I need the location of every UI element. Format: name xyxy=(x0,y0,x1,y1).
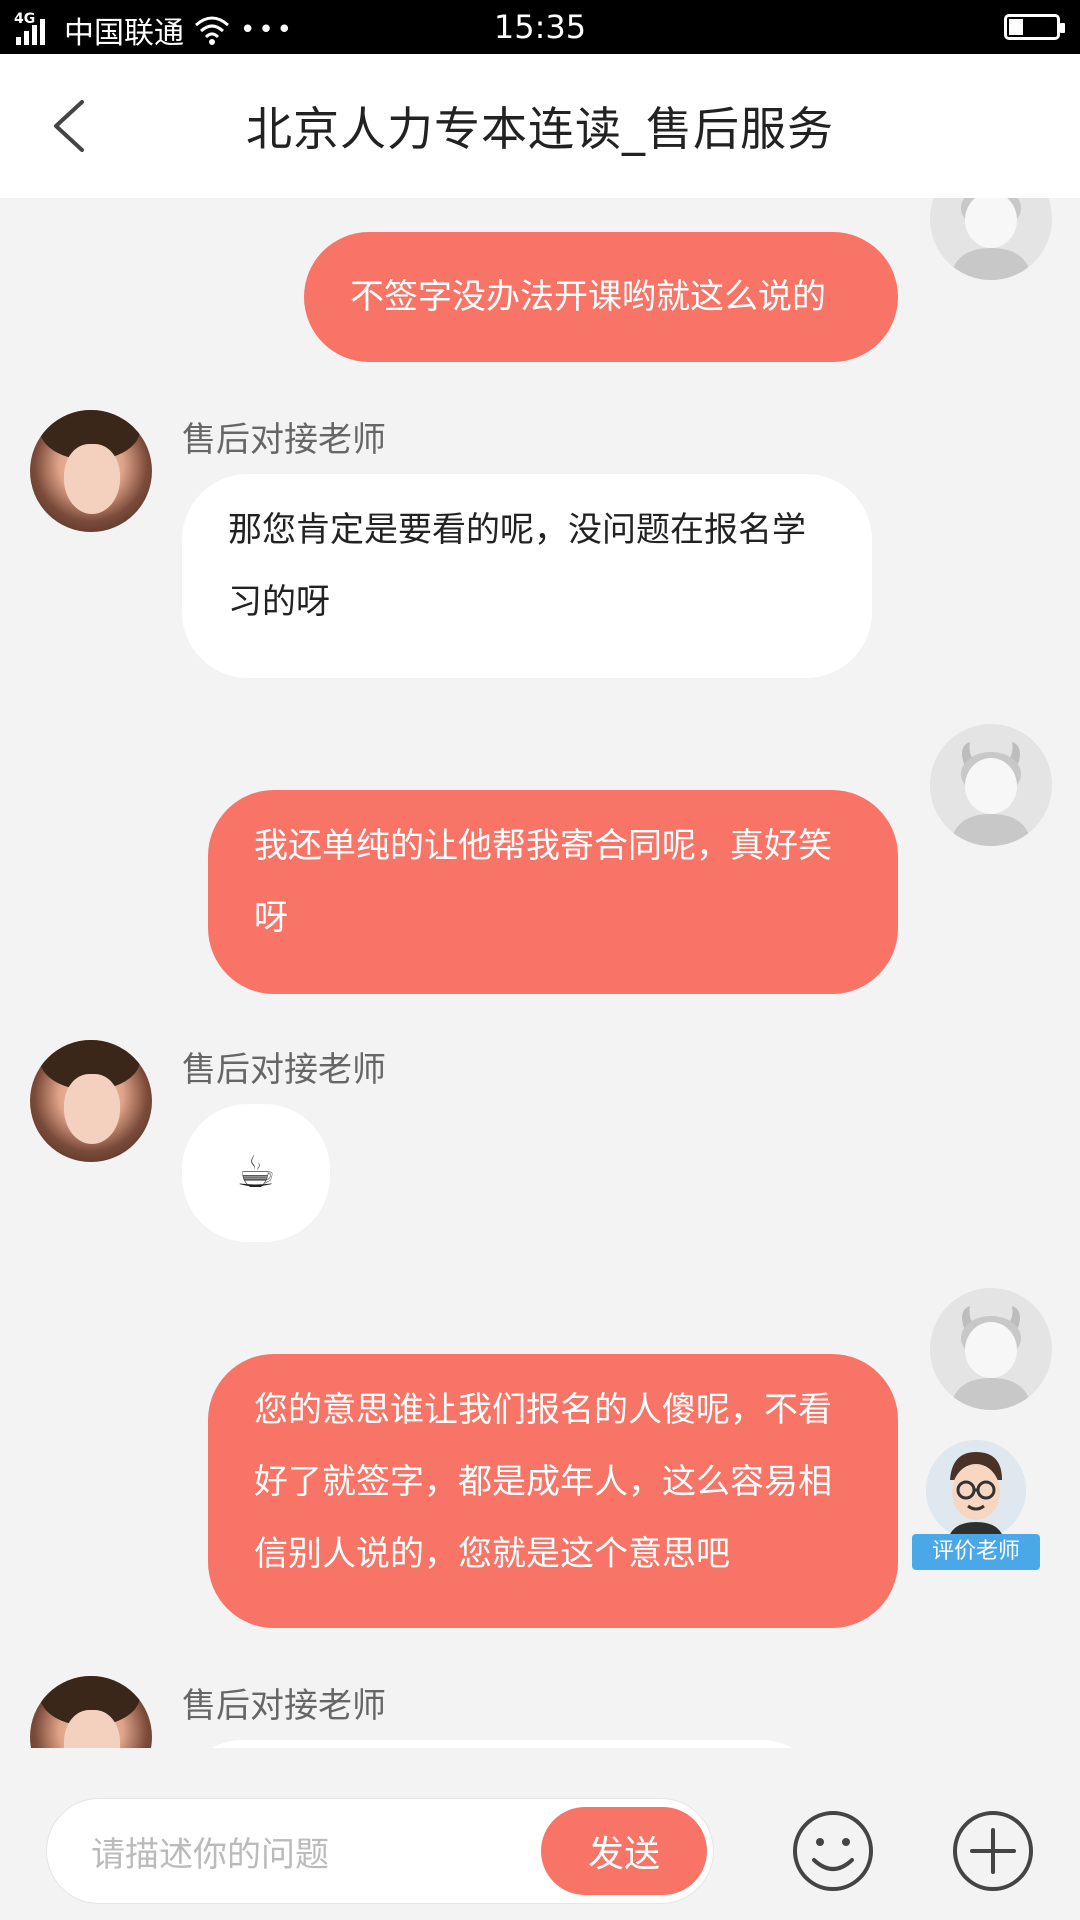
back-arrow-icon[interactable] xyxy=(44,96,104,156)
teacher-cartoon-icon xyxy=(926,1440,1026,1540)
send-button[interactable]: 发送 xyxy=(541,1807,707,1895)
coffee-emoji-icon: ☕ xyxy=(236,1147,276,1198)
add-icon[interactable] xyxy=(950,1808,1036,1894)
teacher-avatar[interactable] xyxy=(30,410,152,532)
status-bar: 4G 中国联通 ••• 15:35 xyxy=(0,0,1080,54)
message-bubble-incoming[interactable]: ☕ xyxy=(182,1104,330,1242)
rate-teacher-label: 评价老师 xyxy=(912,1534,1040,1570)
message-bubble-outgoing[interactable]: 我还单纯的让他帮我寄合同呢，真好笑呀 xyxy=(208,790,898,994)
user-avatar[interactable] xyxy=(930,724,1052,846)
message-bubble-incoming[interactable] xyxy=(182,1740,822,1748)
default-avatar-icon xyxy=(930,198,1052,280)
message-bubble-outgoing[interactable]: 您的意思谁让我们报名的人傻呢，不看好了就签字，都是成年人，这么容易相信别人说的，… xyxy=(208,1354,898,1628)
message-bubble-outgoing[interactable]: 不签字没办法开课哟就这么说的 xyxy=(304,232,898,362)
input-placeholder: 请描述你的问题 xyxy=(91,1835,329,1875)
message-bubble-incoming[interactable]: 那您肯定是要看的呢，没问题在报名学习的呀 xyxy=(182,474,872,678)
rate-teacher-button[interactable]: 评价老师 xyxy=(912,1440,1040,1570)
emoji-icon[interactable] xyxy=(790,1808,876,1894)
sender-name: 售后对接老师 xyxy=(182,1050,386,1090)
sender-name: 售后对接老师 xyxy=(182,420,386,460)
page-title: 北京人力专本连读_售后服务 xyxy=(246,102,834,156)
user-avatar[interactable] xyxy=(930,198,1052,280)
sender-name: 售后对接老师 xyxy=(182,1686,386,1726)
battery-icon xyxy=(1004,14,1065,40)
input-bar: 请描述你的问题 发送 xyxy=(0,1778,1080,1920)
user-avatar[interactable] xyxy=(930,1288,1052,1410)
message-input[interactable]: 请描述你的问题 发送 xyxy=(46,1798,714,1904)
default-avatar-icon xyxy=(930,724,1052,846)
app-header: 北京人力专本连读_售后服务 xyxy=(0,54,1080,198)
clock: 15:35 xyxy=(493,8,587,46)
default-avatar-icon xyxy=(930,1288,1052,1410)
teacher-avatar[interactable] xyxy=(30,1676,152,1748)
teacher-avatar[interactable] xyxy=(30,1040,152,1162)
